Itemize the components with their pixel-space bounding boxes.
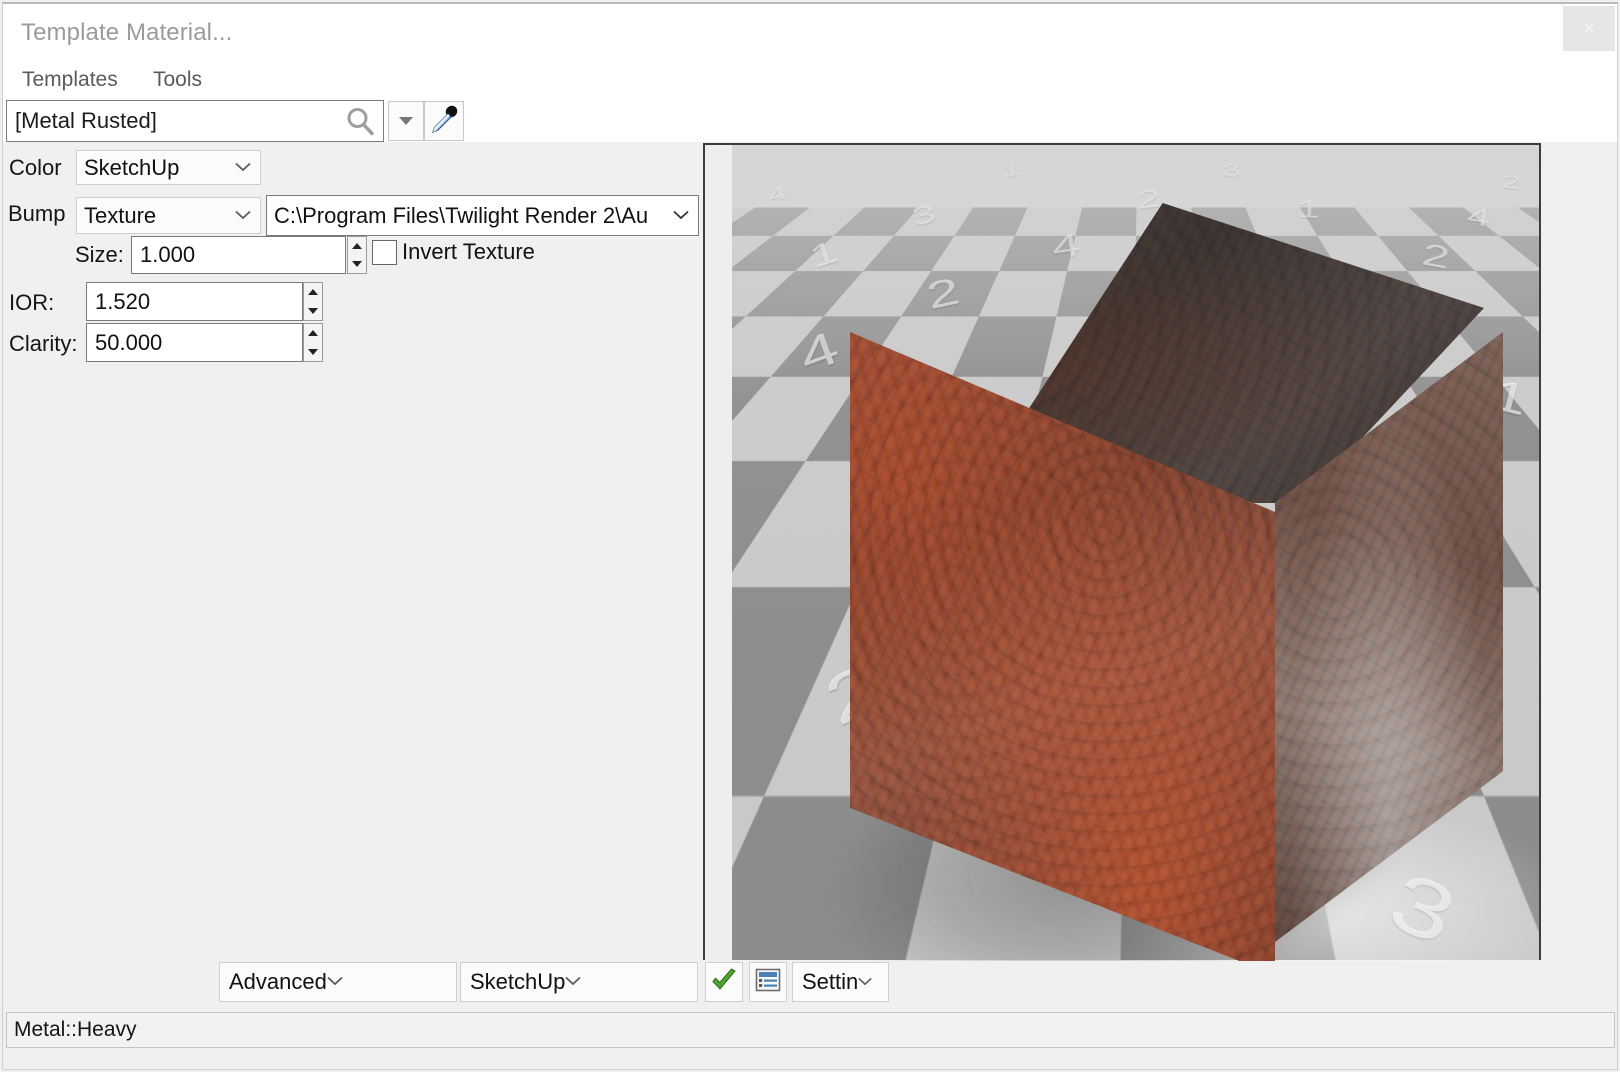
menu-item-tools[interactable]: Tools: [149, 66, 206, 94]
bottom-toolbar: Advanced SketchUp Settin: [3, 960, 1617, 1016]
apply-material-button[interactable]: [705, 962, 743, 1002]
mode-value: Advanced: [229, 969, 327, 995]
chevron-down-icon: [327, 973, 343, 991]
green-check-icon: [710, 966, 738, 999]
ior-label: IOR:: [9, 290, 54, 316]
engine-value: SketchUp: [470, 969, 565, 995]
list-view-icon: [754, 966, 782, 999]
engine-combo[interactable]: SketchUp: [460, 962, 698, 1002]
bump-texture-path-value: C:\Program Files\Twilight Render 2\Au: [274, 203, 648, 229]
chevron-down-icon: [235, 159, 251, 177]
chevron-down-icon: [673, 207, 689, 225]
mode-combo[interactable]: Advanced: [219, 962, 457, 1002]
chevron-down-icon: [308, 349, 318, 355]
material-name-value: [Metal Rusted]: [15, 108, 157, 134]
bump-texture-path-combo[interactable]: C:\Program Files\Twilight Render 2\Au: [266, 195, 699, 236]
material-preview-viewport[interactable]: 4 1 3 2 3 2 1 4 1 4 3 2 2 3 4 1 4: [703, 143, 1541, 963]
ior-stepper[interactable]: [303, 282, 323, 321]
material-name-field[interactable]: [Metal Rusted]: [6, 100, 384, 142]
close-icon: ×: [1583, 19, 1595, 39]
clarity-stepper-down[interactable]: [304, 343, 322, 362]
chevron-down-icon: [858, 973, 872, 991]
invert-texture-label: Invert Texture: [402, 239, 535, 265]
preview-scene: 4 1 3 2 3 2 1 4 1 4 3 2 2 3 4 1 4: [732, 145, 1541, 961]
material-search-row: [Metal Rusted]: [3, 100, 1617, 142]
size-stepper[interactable]: [347, 236, 367, 274]
chevron-down-icon: [235, 207, 251, 225]
menu-item-templates[interactable]: Templates: [18, 66, 122, 94]
material-editor-window: Template Material... × Templates Tools […: [0, 0, 1620, 1072]
size-input[interactable]: 1.000: [131, 236, 346, 274]
settings-combo[interactable]: Settin: [792, 962, 889, 1002]
preview-left-gutter: [705, 145, 732, 961]
clarity-value: 50.000: [95, 330, 162, 356]
material-list-dropdown-button[interactable]: [388, 101, 424, 141]
eyedropper-icon: [429, 104, 459, 139]
chevron-down-icon: [399, 117, 413, 125]
bump-type-value: Texture: [84, 203, 156, 229]
checkbox-box: [372, 240, 397, 265]
color-label: Color: [9, 155, 62, 181]
size-label: Size:: [75, 242, 124, 268]
color-type-combo[interactable]: SketchUp: [76, 150, 261, 185]
ior-value: 1.520: [95, 289, 150, 315]
clarity-stepper[interactable]: [303, 323, 323, 362]
window-frame: Template Material... × Templates Tools […: [2, 2, 1618, 1070]
material-list-button[interactable]: [749, 962, 787, 1002]
material-parameters-panel: Color SketchUp Bump Texture C:\Program F…: [3, 142, 703, 960]
color-type-value: SketchUp: [84, 155, 179, 181]
bump-type-combo[interactable]: Texture: [76, 197, 261, 234]
chevron-up-icon: [352, 243, 362, 249]
menu-bar: Templates Tools: [3, 60, 1617, 100]
invert-texture-checkbox[interactable]: Invert Texture: [372, 239, 535, 265]
eyedropper-button[interactable]: [424, 101, 464, 141]
settings-value: Settin: [802, 969, 858, 995]
clarity-input[interactable]: 50.000: [86, 323, 303, 362]
chevron-down-icon: [308, 308, 318, 314]
ior-input[interactable]: 1.520: [86, 282, 303, 321]
chevron-down-icon: [565, 973, 581, 991]
size-stepper-down[interactable]: [348, 255, 366, 273]
bump-label: Bump: [8, 201, 65, 227]
window-title: Template Material...: [21, 19, 232, 47]
ior-stepper-up[interactable]: [304, 283, 322, 302]
status-text: Metal::Heavy: [14, 1018, 137, 1042]
chevron-down-icon: [352, 261, 362, 267]
chevron-up-icon: [308, 289, 318, 295]
ior-stepper-down[interactable]: [304, 302, 322, 321]
size-stepper-up[interactable]: [348, 237, 366, 255]
clarity-stepper-up[interactable]: [304, 324, 322, 343]
chevron-up-icon: [308, 330, 318, 336]
search-icon[interactable]: [345, 106, 375, 136]
size-value: 1.000: [140, 242, 195, 268]
close-button[interactable]: ×: [1563, 6, 1615, 51]
clarity-label: Clarity:: [9, 331, 77, 357]
status-bar: Metal::Heavy: [6, 1012, 1615, 1048]
title-bar: Template Material... ×: [3, 4, 1617, 60]
